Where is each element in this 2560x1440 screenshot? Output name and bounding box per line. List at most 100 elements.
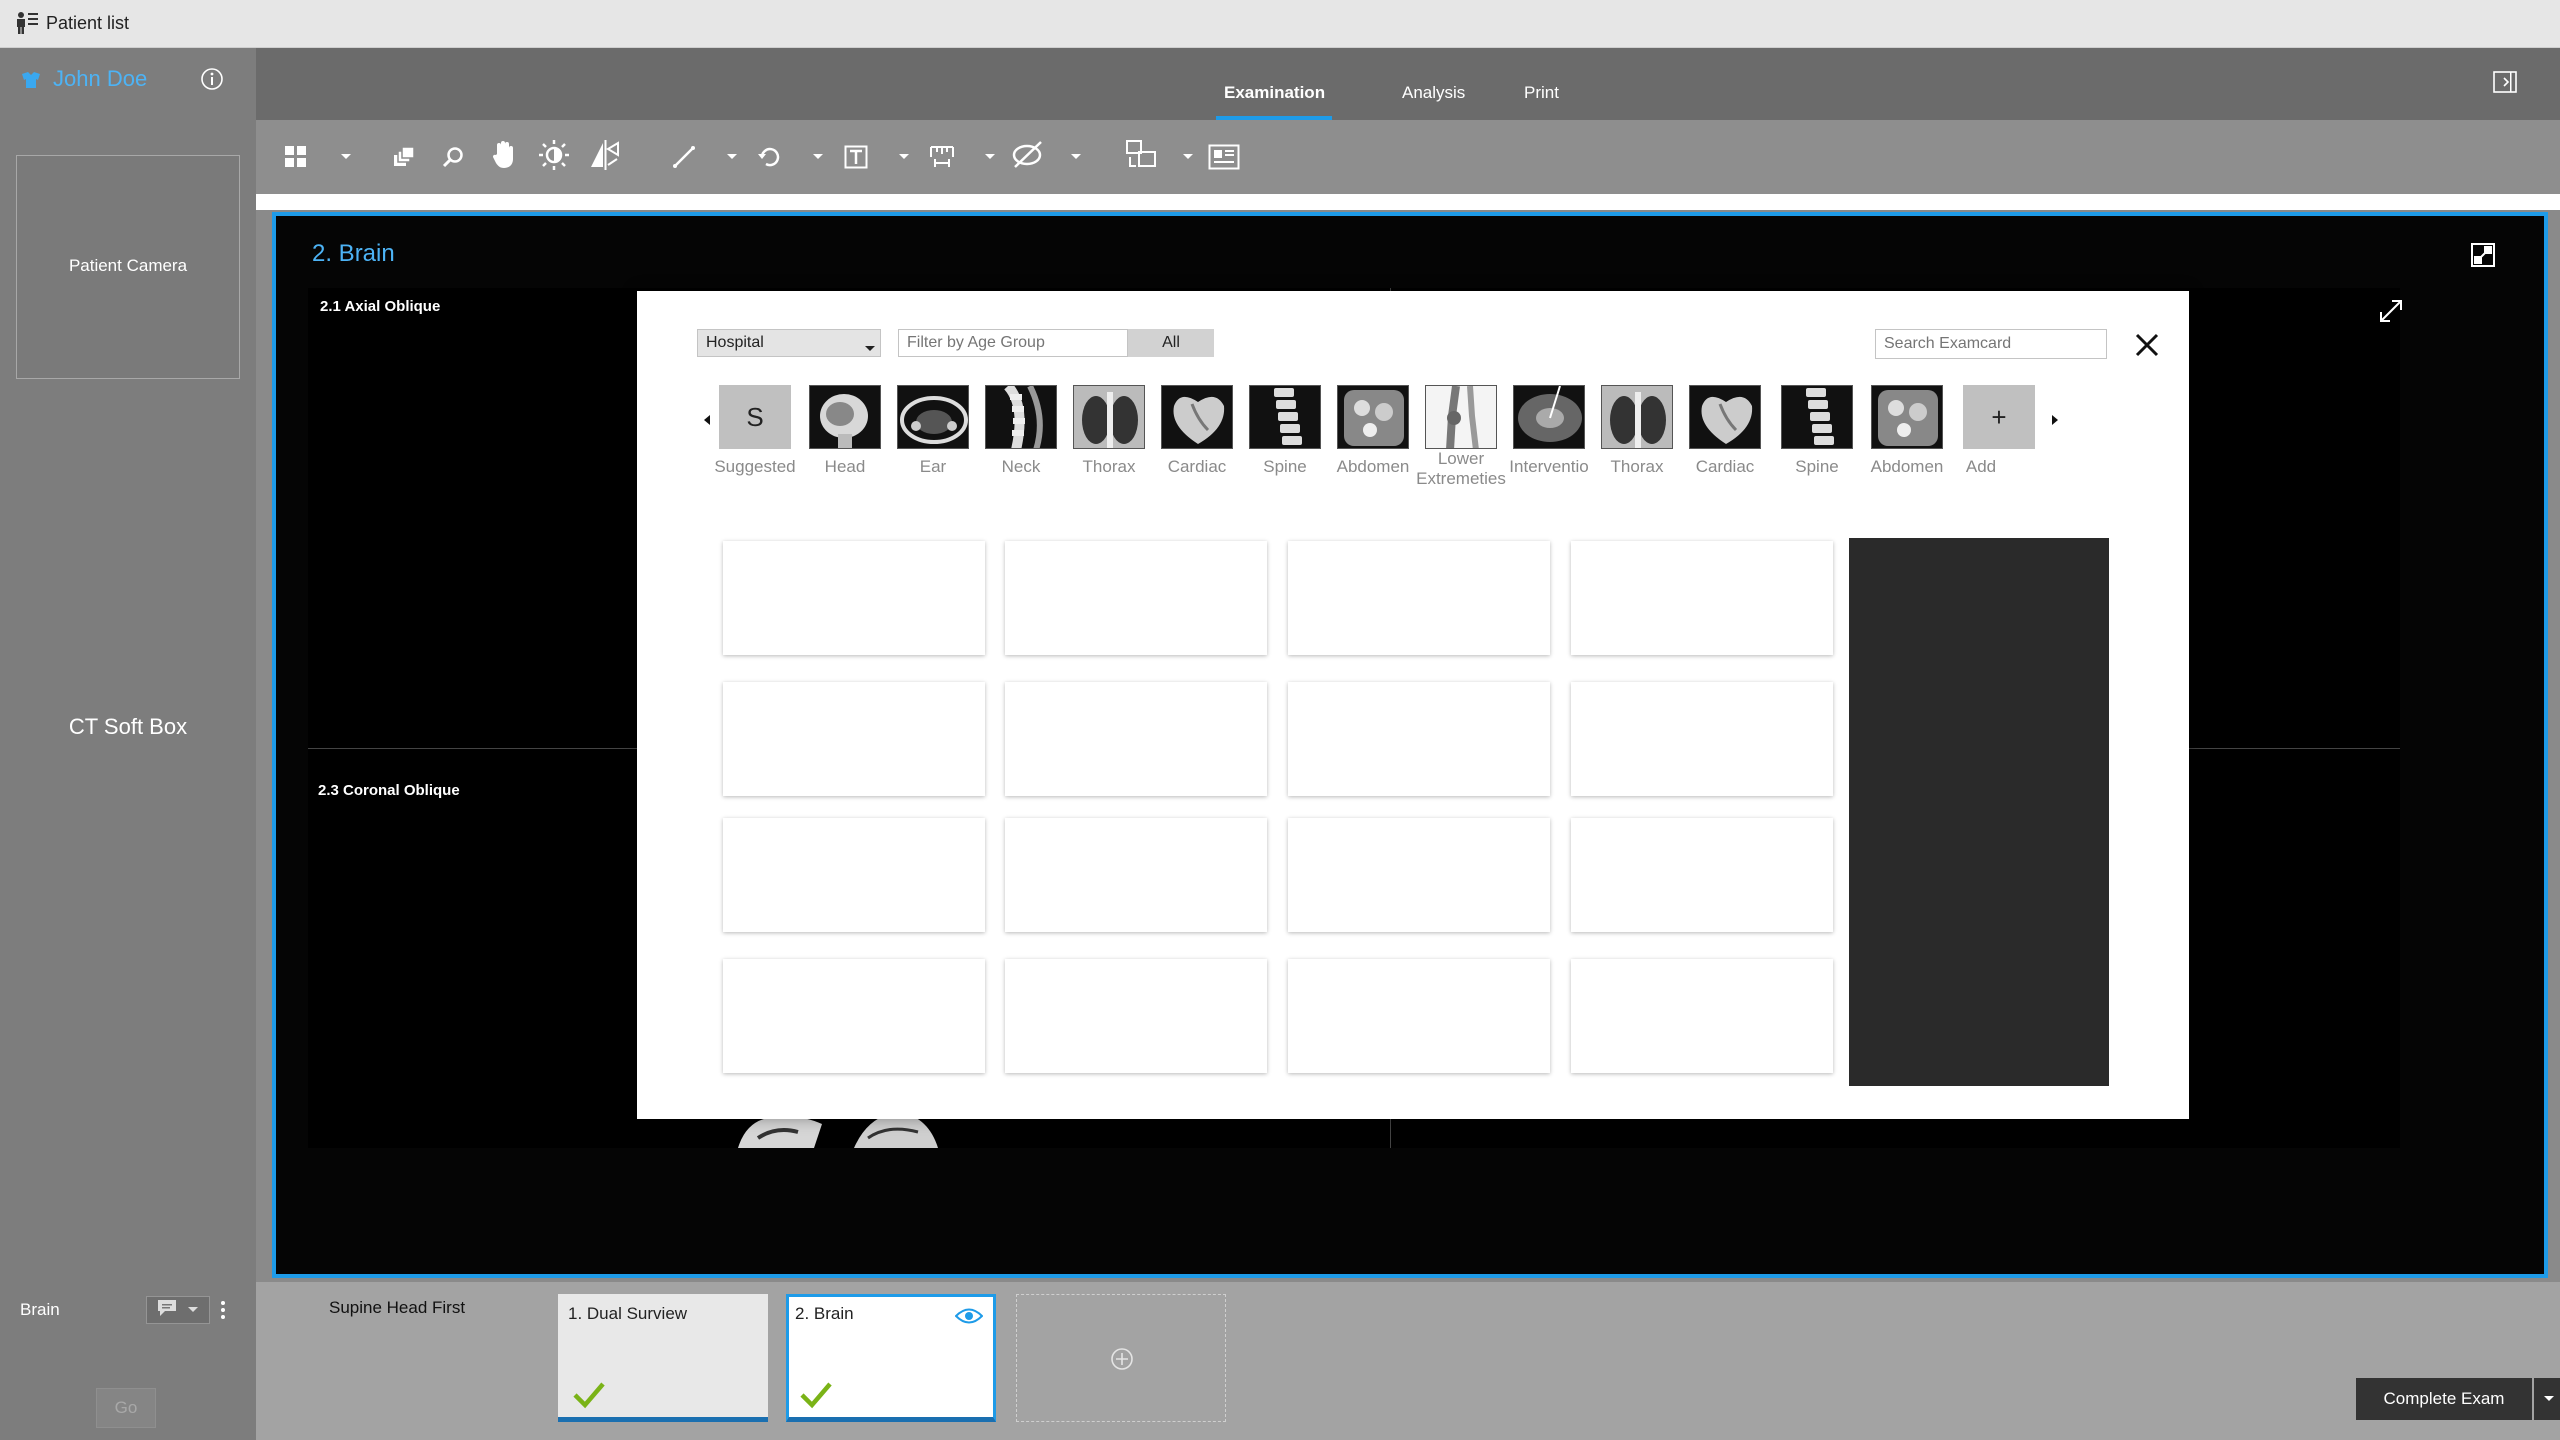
series-card-brain[interactable]: 2. Brain [786, 1294, 996, 1422]
neck-thumbnail [985, 385, 1057, 449]
patient-camera-label: Patient Camera [68, 256, 188, 275]
protocol-label: CT Soft Box [68, 714, 188, 739]
examcard-tile[interactable] [723, 959, 985, 1073]
carousel-next-icon[interactable] [2051, 413, 2059, 431]
anatomy-label: Thorax [1610, 457, 1664, 476]
chevron-down-icon [864, 340, 876, 358]
measure-line-icon[interactable] [666, 139, 702, 175]
source-select[interactable]: Hospital [697, 329, 881, 357]
title-bar: Patient list [0, 0, 2560, 48]
examcard-tile[interactable] [1571, 682, 1833, 796]
info-icon[interactable] [200, 67, 224, 96]
carousel-prev-icon[interactable] [703, 413, 711, 431]
series-label: 2. Brain [795, 1304, 854, 1323]
zoom-icon[interactable] [436, 139, 472, 175]
ruler-icon[interactable] [924, 139, 960, 175]
anatomy-item-thorax[interactable]: Thorax [1073, 385, 1154, 477]
complete-exam-button[interactable]: Complete Exam [2356, 1378, 2532, 1420]
tab-analysis[interactable]: Analysis [1402, 83, 1465, 103]
chevron-down-icon[interactable] [812, 152, 824, 162]
examcard-tile[interactable] [1005, 818, 1267, 932]
patient-camera-panel[interactable]: Patient Camera [16, 155, 240, 379]
cardiac-thumbnail [1161, 385, 1233, 449]
brightness-icon[interactable] [536, 137, 572, 173]
expand-icon[interactable] [2378, 298, 2404, 329]
anatomy-item-interventional[interactable]: Interventio [1509, 385, 1594, 477]
collapse-panel-icon[interactable] [2492, 70, 2518, 99]
examcard-tile[interactable] [1288, 541, 1550, 655]
anatomy-item-spine[interactable]: Spine [1249, 385, 1330, 477]
chevron-down-icon[interactable] [340, 152, 352, 162]
age-group-all-button[interactable]: All [1128, 329, 1214, 357]
comment-button[interactable] [146, 1296, 210, 1324]
pan-hand-icon[interactable] [486, 137, 522, 173]
anatomy-item-add[interactable]: + Add [1963, 385, 2035, 477]
more-options-icon[interactable] [220, 1299, 226, 1326]
restore-icon[interactable] [2470, 242, 2496, 273]
series-card-dual-surview[interactable]: 1. Dual Surview [558, 1294, 768, 1422]
anatomy-item-neck[interactable]: Neck [985, 385, 1066, 477]
anatomy-item-cardiac[interactable]: Cardiac [1161, 385, 1242, 477]
stack-icon[interactable] [386, 139, 422, 175]
compare-icon[interactable] [1124, 137, 1160, 173]
anatomy-item-head[interactable]: Head [809, 385, 890, 477]
anatomy-label: Lower Extremeties [1416, 449, 1506, 488]
examcard-tile[interactable] [1571, 818, 1833, 932]
patient-list-icon[interactable] [14, 11, 40, 40]
examcard-tile[interactable] [1288, 959, 1550, 1073]
chevron-down-icon[interactable] [984, 152, 996, 162]
examcard-tile[interactable] [1005, 682, 1267, 796]
examcard-tile[interactable] [1571, 541, 1833, 655]
hide-overlay-icon[interactable] [1010, 137, 1046, 173]
anatomy-item-spine-2[interactable]: Spine [1781, 385, 1862, 477]
anatomy-item-ear[interactable]: Ear [897, 385, 978, 477]
add-series-slot[interactable] [1016, 1294, 1226, 1422]
eye-icon[interactable] [954, 1307, 984, 1330]
text-annotation-icon[interactable] [838, 139, 874, 175]
examcard-tile[interactable] [1005, 541, 1267, 655]
anatomy-label: Abdomen [1336, 457, 1410, 476]
anatomy-item-thorax-2[interactable]: Thorax [1601, 385, 1682, 477]
patient-icon [20, 70, 42, 95]
chevron-down-icon[interactable] [1070, 152, 1082, 162]
viewport-label-axial: 2.1 Axial Oblique [320, 298, 441, 315]
source-select-value: Hospital [706, 334, 764, 351]
go-button[interactable]: Go [96, 1388, 156, 1428]
report-icon[interactable] [1206, 139, 1242, 175]
series-label: 1. Dual Surview [568, 1304, 688, 1323]
patient-list-label[interactable]: Patient list [46, 13, 129, 34]
rotate-icon[interactable] [752, 139, 788, 175]
age-group-filter-input[interactable] [898, 329, 1128, 357]
flip-icon[interactable] [586, 137, 622, 173]
chevron-down-icon[interactable] [898, 152, 910, 162]
main-header: Examination Analysis Print [256, 48, 2560, 120]
tab-examination[interactable]: Examination [1224, 83, 1325, 103]
examcard-tile[interactable] [1571, 959, 1833, 1073]
cardiac-thumbnail [1689, 385, 1761, 449]
close-icon[interactable] [2135, 333, 2159, 362]
anatomy-item-cardiac-2[interactable]: Cardiac [1689, 385, 1770, 477]
tab-print[interactable]: Print [1524, 83, 1559, 103]
spine-thumbnail [1781, 385, 1853, 449]
examcard-tile[interactable] [1288, 818, 1550, 932]
check-icon [799, 1380, 833, 1415]
chevron-down-icon[interactable] [726, 152, 738, 162]
examcard-tile[interactable] [1005, 959, 1267, 1073]
examcard-tile[interactable] [723, 682, 985, 796]
toolbar-divider [256, 194, 2560, 210]
thorax-thumbnail [1073, 385, 1145, 449]
layout-grid-icon[interactable] [278, 139, 314, 175]
patient-name[interactable]: John Doe [53, 66, 147, 92]
examcard-tile[interactable] [723, 818, 985, 932]
search-examcard-input[interactable] [1875, 329, 2107, 359]
head-thumbnail [809, 385, 881, 449]
anatomy-item-lower-extremeties[interactable]: Lower Extremeties [1416, 385, 1506, 489]
examcard-tile[interactable] [1288, 682, 1550, 796]
examcard-dialog: Hospital All S Suggested Head Ear Neck T… [637, 291, 2189, 1119]
chevron-down-icon[interactable] [1182, 152, 1194, 162]
anatomy-item-suggested[interactable]: S Suggested [714, 385, 800, 477]
anatomy-item-abdomen[interactable]: Abdomen [1337, 385, 1418, 477]
examcard-tile[interactable] [723, 541, 985, 655]
complete-exam-menu-button[interactable] [2534, 1378, 2560, 1420]
examcard-preview-panel [1849, 538, 2109, 1086]
